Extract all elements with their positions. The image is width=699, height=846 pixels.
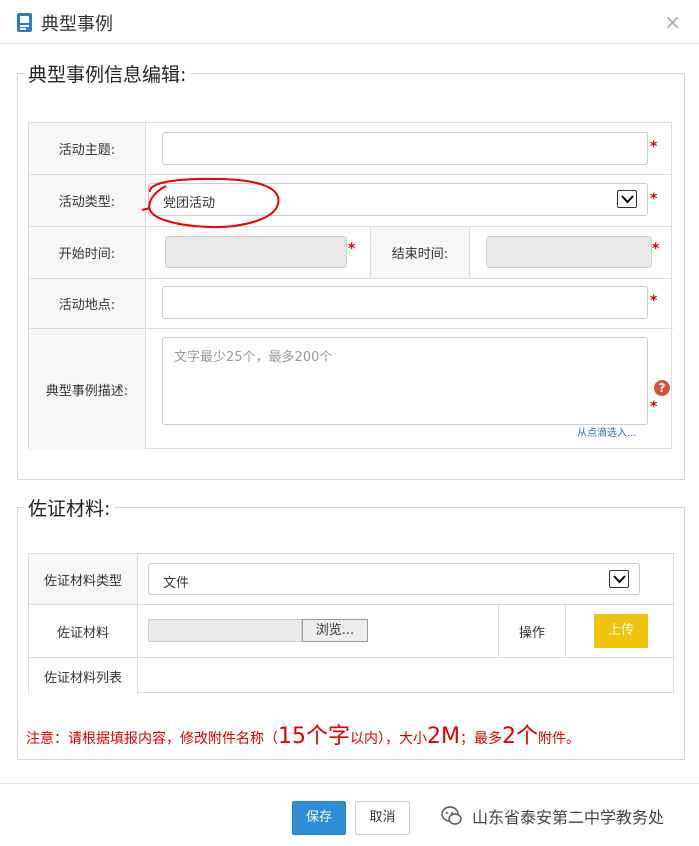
required-mark: * <box>650 139 658 155</box>
start-label: 开始时间: <box>29 227 146 278</box>
end-label: 结束时间: <box>370 227 470 278</box>
description-placeholder: 文字最少25个，最多200个 <box>174 350 333 365</box>
location-label: 活动地点: <box>29 279 146 328</box>
browse-button[interactable]: 浏览... <box>302 619 368 642</box>
required-mark: * <box>348 241 356 257</box>
required-mark: * <box>650 399 658 415</box>
material-type-select[interactable]: 文件 <box>148 563 640 595</box>
material-type-value: 文件 <box>163 576 190 591</box>
event-info-legend: 典型事例信息编辑: <box>28 64 187 86</box>
evidence-legend: 佐证材料: <box>28 498 111 520</box>
chevron-down-icon[interactable] <box>617 190 637 208</box>
location-row: 活动地点: * <box>29 278 673 328</box>
topic-row: 活动主题: * <box>29 122 673 174</box>
required-mark: * <box>652 241 660 257</box>
cancel-button[interactable]: 取消 <box>355 801 410 835</box>
material-list-label: 佐证材料列表 <box>29 658 138 694</box>
upload-button[interactable]: 上传 <box>594 614 648 648</box>
type-label: 活动类型: <box>29 175 146 226</box>
chevron-down-icon[interactable] <box>609 570 629 588</box>
required-mark: * <box>650 293 658 309</box>
dialog-titlebar: 典型事例 × <box>0 0 699 44</box>
material-upload-row: 佐证材料 浏览... 操作 上传 <box>29 604 675 657</box>
material-list-row: 佐证材料列表 <box>29 657 675 694</box>
material-type-label: 佐证材料类型 <box>29 554 138 604</box>
topic-input[interactable] <box>162 132 648 165</box>
dialog-footer: 保存 取消 山东省泰安第二中学教务处 <box>0 783 699 846</box>
dialog-title: 典型事例 <box>41 14 113 35</box>
watermark-text: 山东省泰安第二中学教务处 <box>472 808 665 827</box>
material-type-row: 佐证材料类型 文件 <box>29 553 675 604</box>
evidence-form: 佐证材料类型 文件 佐证材料 浏览... 操作 上传 佐证材料列表 <box>28 553 675 694</box>
end-time-input[interactable] <box>486 236 652 268</box>
event-info-form: 活动主题: * 活动类型: 党团活动 * 开始时间: * 结束时间: * 活动地… <box>28 122 673 450</box>
operation-label: 操作 <box>498 605 566 657</box>
description-textarea[interactable]: 文字最少25个，最多200个 <box>162 337 648 425</box>
upload-notice: 注意：请根据填报内容，修改附件名称（15个字以内），大小2M；最多2个附件。 <box>26 724 580 749</box>
start-time-input[interactable] <box>165 236 347 268</box>
pick-from-records-link[interactable]: 从点滴选入... <box>577 424 637 439</box>
document-icon <box>17 13 32 32</box>
time-row: 开始时间: * 结束时间: * <box>29 226 673 278</box>
help-icon[interactable]: ? <box>654 380 670 396</box>
save-button[interactable]: 保存 <box>292 801 346 835</box>
material-label: 佐证材料 <box>29 605 138 657</box>
topic-label: 活动主题: <box>29 123 146 174</box>
watermark: 山东省泰安第二中学教务处 <box>440 804 664 828</box>
description-label: 典型事例描述: <box>29 329 146 450</box>
location-input[interactable] <box>162 286 648 319</box>
close-icon[interactable]: × <box>664 10 681 34</box>
required-mark: * <box>650 191 658 207</box>
wechat-icon <box>441 806 462 825</box>
annotation-circle <box>141 177 280 229</box>
description-row: 典型事例描述: 文字最少25个，最多200个 ? * 从点滴选入... <box>29 328 673 450</box>
type-row: 活动类型: 党团活动 * <box>29 174 673 226</box>
file-path-field[interactable] <box>148 619 302 642</box>
